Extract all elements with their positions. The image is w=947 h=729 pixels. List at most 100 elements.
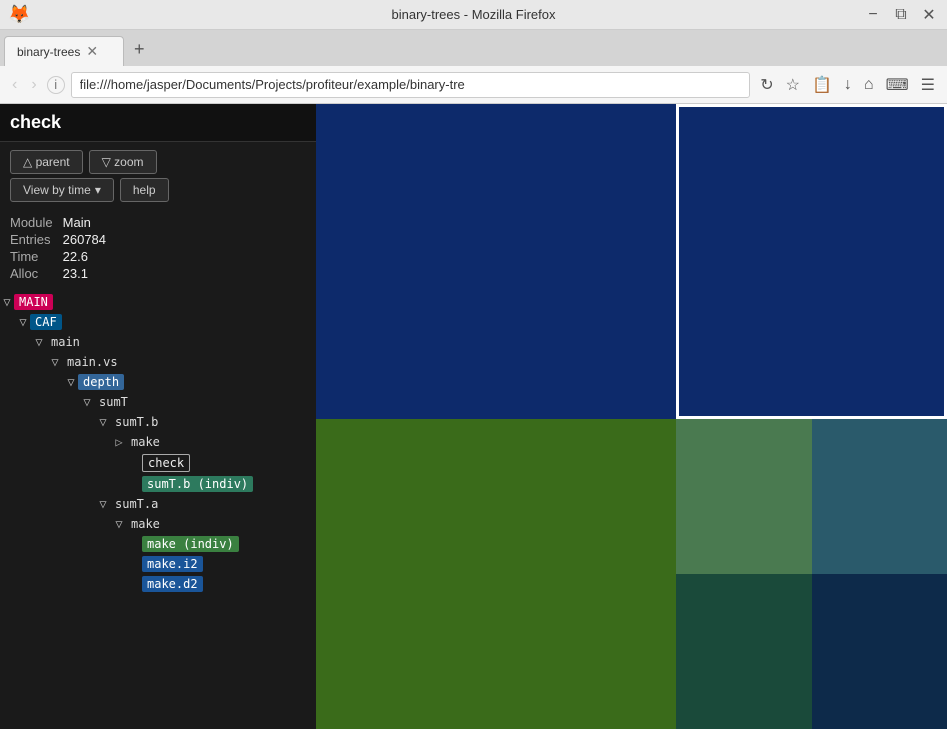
module-label: Module: [10, 214, 63, 231]
tree-node-main-fn[interactable]: ▽main: [0, 332, 316, 352]
tree-label-main-fn[interactable]: main: [46, 334, 85, 350]
home-button[interactable]: ⌂: [860, 74, 878, 96]
tree-toggle-depth-node[interactable]: ▽: [64, 375, 78, 389]
viz-sub-bottomleft[interactable]: [676, 574, 812, 729]
tree-node-make-node[interactable]: ▷make: [0, 432, 316, 452]
tree-label-make-a-node[interactable]: make: [126, 516, 165, 532]
tree-indent: [112, 456, 128, 470]
viz-sub-bottomright[interactable]: [812, 574, 947, 729]
download-button[interactable]: ↓: [840, 74, 856, 96]
tree-toggle-caf-node[interactable]: ▽: [16, 315, 30, 329]
tree-node-make-a-node[interactable]: ▽make: [0, 514, 316, 534]
tree-toggle-sumt-a-node[interactable]: ▽: [96, 497, 110, 511]
tree-indent: [16, 477, 32, 491]
tree-indent: [64, 497, 80, 511]
viz-cell-topright[interactable]: [676, 104, 947, 419]
close-button[interactable]: ✕: [919, 5, 939, 25]
browser-titlebar: 🦊 binary-trees - Mozilla Firefox − ⧉ ✕: [0, 0, 947, 30]
tab-close-button[interactable]: ✕: [86, 43, 98, 60]
browser-window-controls: − ⧉ ✕: [863, 5, 939, 25]
tree-node-check-node[interactable]: check: [0, 452, 316, 474]
tree-toggle-main-fn[interactable]: ▽: [32, 335, 46, 349]
browser-title: binary-trees - Mozilla Firefox: [392, 7, 556, 22]
tree-label-make-indiv[interactable]: make (indiv): [142, 536, 239, 552]
tree-indent: [32, 435, 48, 449]
tree-label-sumt-node[interactable]: sumT: [94, 394, 133, 410]
keyboard-button[interactable]: ⌨: [882, 73, 913, 97]
tree-indent: [112, 577, 128, 591]
url-input[interactable]: [71, 72, 751, 98]
back-button[interactable]: ‹: [8, 74, 21, 96]
dropdown-arrow: ▾: [95, 183, 101, 197]
tree-node-sumt-a-node[interactable]: ▽sumT.a: [0, 494, 316, 514]
tree-toggle-make-node[interactable]: ▷: [112, 435, 126, 449]
tree-label-sumt-b-indiv[interactable]: sumT.b (indiv): [142, 476, 253, 492]
tree-label-main-node[interactable]: MAIN: [14, 294, 53, 310]
tree-node-make-indiv[interactable]: make (indiv): [0, 534, 316, 554]
active-tab[interactable]: binary-trees ✕: [4, 36, 124, 66]
panel-buttons: △ parent ▽ zoom: [0, 142, 316, 178]
tree-indent: [0, 477, 16, 491]
reload-button[interactable]: ↻: [756, 73, 777, 97]
tree-label-caf-node[interactable]: CAF: [30, 314, 62, 330]
tree-node-make-d2[interactable]: make.d2: [0, 574, 316, 594]
parent-button[interactable]: △ parent: [10, 150, 83, 174]
tree-area: ▽MAIN▽CAF▽main▽main.vs▽depth▽sumT▽sumT.b…: [0, 288, 316, 729]
minimize-button[interactable]: −: [863, 6, 883, 24]
tree-label-sumt-b-node[interactable]: sumT.b: [110, 414, 163, 430]
tree-label-sumt-a-node[interactable]: sumT.a: [110, 496, 163, 512]
viz-sub-topright[interactable]: [812, 419, 947, 574]
viz-cell-topleft[interactable]: [316, 104, 676, 419]
tree-node-make-i2[interactable]: make.i2: [0, 554, 316, 574]
zoom-button[interactable]: ▽ zoom: [89, 150, 157, 174]
viz-sub-topleft[interactable]: [676, 419, 812, 574]
tree-label-make-d2[interactable]: make.d2: [142, 576, 203, 592]
tree-indent: [48, 435, 64, 449]
tree-indent: [112, 477, 128, 491]
tree-label-main-vs[interactable]: main.vs: [62, 354, 123, 370]
tree-node-depth-node[interactable]: ▽depth: [0, 372, 316, 392]
tree-indent: [80, 497, 96, 511]
reading-button[interactable]: 📋: [808, 73, 836, 97]
tree-indent: [0, 577, 16, 591]
tree-toggle-make-a-node[interactable]: ▽: [112, 517, 126, 531]
tree-node-sumt-node[interactable]: ▽sumT: [0, 392, 316, 412]
tree-indent: [16, 456, 32, 470]
tree-indent: [0, 497, 16, 511]
tree-label-make-node[interactable]: make: [126, 434, 165, 450]
tree-node-caf-node[interactable]: ▽CAF: [0, 312, 316, 332]
tree-toggle-sumt-b-node[interactable]: ▽: [96, 415, 110, 429]
tree-indent: [32, 456, 48, 470]
forward-button[interactable]: ›: [27, 74, 40, 96]
toolbar-icons: ↻ ☆ 📋 ↓ ⌂ ⌨ ☰: [756, 73, 939, 97]
tree-indent: [112, 537, 128, 551]
tree-indent: [0, 395, 16, 409]
tree-label-check-node[interactable]: check: [142, 454, 190, 472]
tree-node-sumt-b-node[interactable]: ▽sumT.b: [0, 412, 316, 432]
tree-toggle-main-node[interactable]: ▽: [0, 295, 14, 309]
tree-indent: [0, 557, 16, 571]
restore-button[interactable]: ⧉: [891, 6, 911, 24]
tree-indent: [64, 395, 80, 409]
info-icon[interactable]: i: [47, 76, 65, 94]
tree-indent: [64, 517, 80, 531]
tree-indent: [0, 537, 16, 551]
tree-toggle-sumt-node[interactable]: ▽: [80, 395, 94, 409]
tree-indent: [16, 517, 32, 531]
tree-node-main-node[interactable]: ▽MAIN: [0, 292, 316, 312]
tree-indent: [80, 557, 96, 571]
star-button[interactable]: ☆: [782, 73, 804, 97]
tree-node-sumt-b-indiv[interactable]: sumT.b (indiv): [0, 474, 316, 494]
tree-indent: [48, 577, 64, 591]
tree-indent: [32, 415, 48, 429]
tree-toggle-main-vs[interactable]: ▽: [48, 355, 62, 369]
menu-button[interactable]: ☰: [917, 73, 939, 97]
viz-cell-bottomleft[interactable]: [316, 419, 676, 729]
help-button[interactable]: help: [120, 178, 169, 202]
tree-indent: [32, 477, 48, 491]
new-tab-button[interactable]: +: [124, 33, 155, 66]
view-by-time-button[interactable]: View by time ▾: [10, 178, 114, 202]
tree-label-depth-node[interactable]: depth: [78, 374, 124, 390]
tree-label-make-i2[interactable]: make.i2: [142, 556, 203, 572]
tree-node-main-vs[interactable]: ▽main.vs: [0, 352, 316, 372]
